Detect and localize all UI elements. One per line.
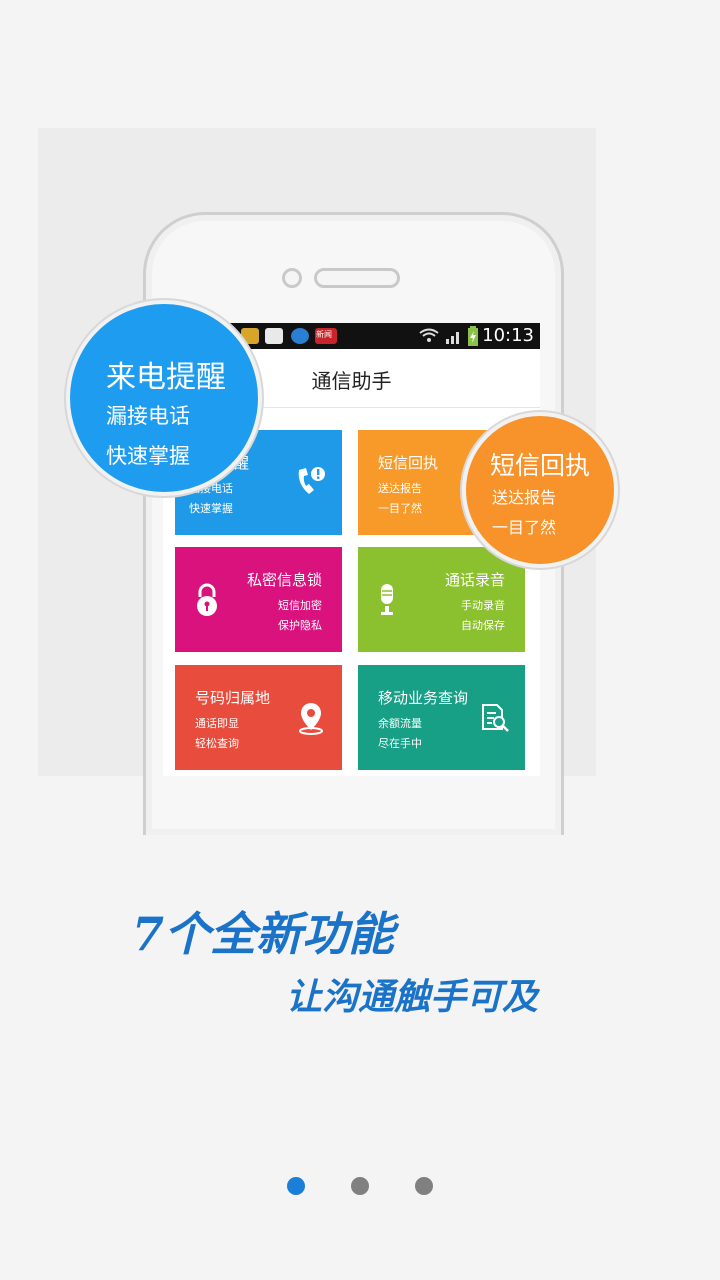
bubble-title: 来电提醒 (106, 360, 226, 395)
tile-subtitle: 手动录音 (461, 599, 505, 612)
tile-subtitle: 尽在手中 (378, 737, 422, 750)
tile-subtitle: 轻松查询 (195, 737, 239, 750)
battery-icon (468, 326, 478, 346)
gallery-icon (265, 328, 283, 344)
bubble-line: 漏接电话 (106, 404, 190, 428)
tile-number-location[interactable]: 号码归属地 通话即显 轻松查询 (175, 665, 342, 770)
document-search-icon (482, 704, 509, 732)
download-icon (291, 328, 309, 344)
bubble-line: 一目了然 (492, 518, 557, 537)
tile-call-recording[interactable]: 通话录音 手动录音 自动保存 (358, 547, 525, 652)
speaker-icon (314, 268, 400, 288)
pager-dot-1[interactable] (287, 1177, 305, 1195)
tile-subtitle: 一目了然 (378, 502, 422, 515)
pager-dot-3[interactable] (415, 1177, 433, 1195)
tile-title: 移动业务查询 (378, 689, 469, 707)
tile-title: 号码归属地 (195, 689, 271, 707)
bubble-line: 送达报告 (492, 488, 557, 507)
news-app-icon: 新闻 (315, 328, 337, 344)
tile-subtitle: 快速掌握 (189, 502, 233, 515)
microphone-icon (381, 584, 393, 615)
pager-dot-2[interactable] (351, 1177, 369, 1195)
tile-subtitle: 保护隐私 (278, 619, 322, 632)
callout-bubble-sms-receipt: 短信回执 送达报告 一目了然 (462, 412, 618, 568)
headline-secondary: 让沟通触手可及 (286, 976, 539, 1018)
tile-subtitle: 自动保存 (461, 619, 505, 632)
camera-icon (282, 268, 302, 288)
tile-title: 私密信息锁 (246, 571, 322, 589)
signal-icon (446, 332, 459, 344)
tile-mobile-service-query[interactable]: 移动业务查询 余额流量 尽在手中 (358, 665, 525, 770)
callout-bubble-incoming-call: 来电提醒 漏接电话 快速掌握 (66, 300, 262, 496)
tile-title: 通话录音 (444, 571, 505, 589)
headline-primary: 7个全新功能 (132, 907, 395, 961)
status-time: 10:13 (482, 325, 534, 346)
bubble-title: 短信回执 (490, 451, 591, 480)
location-pin-icon (299, 703, 323, 735)
tile-subtitle: 通话即显 (195, 717, 239, 730)
wifi-icon (419, 328, 439, 342)
padlock-icon (197, 583, 217, 616)
bubble-line: 快速掌握 (106, 444, 190, 468)
tile-private-message-lock[interactable]: 私密信息锁 短信加密 保护隐私 (175, 547, 342, 652)
tile-subtitle: 余额流量 (378, 717, 422, 730)
tile-subtitle: 短信加密 (278, 599, 322, 612)
news-label: 新闻 (316, 330, 332, 339)
tile-title: 短信回执 (378, 454, 439, 472)
phone-alert-icon (298, 467, 325, 494)
tile-subtitle: 送达报告 (378, 482, 422, 495)
